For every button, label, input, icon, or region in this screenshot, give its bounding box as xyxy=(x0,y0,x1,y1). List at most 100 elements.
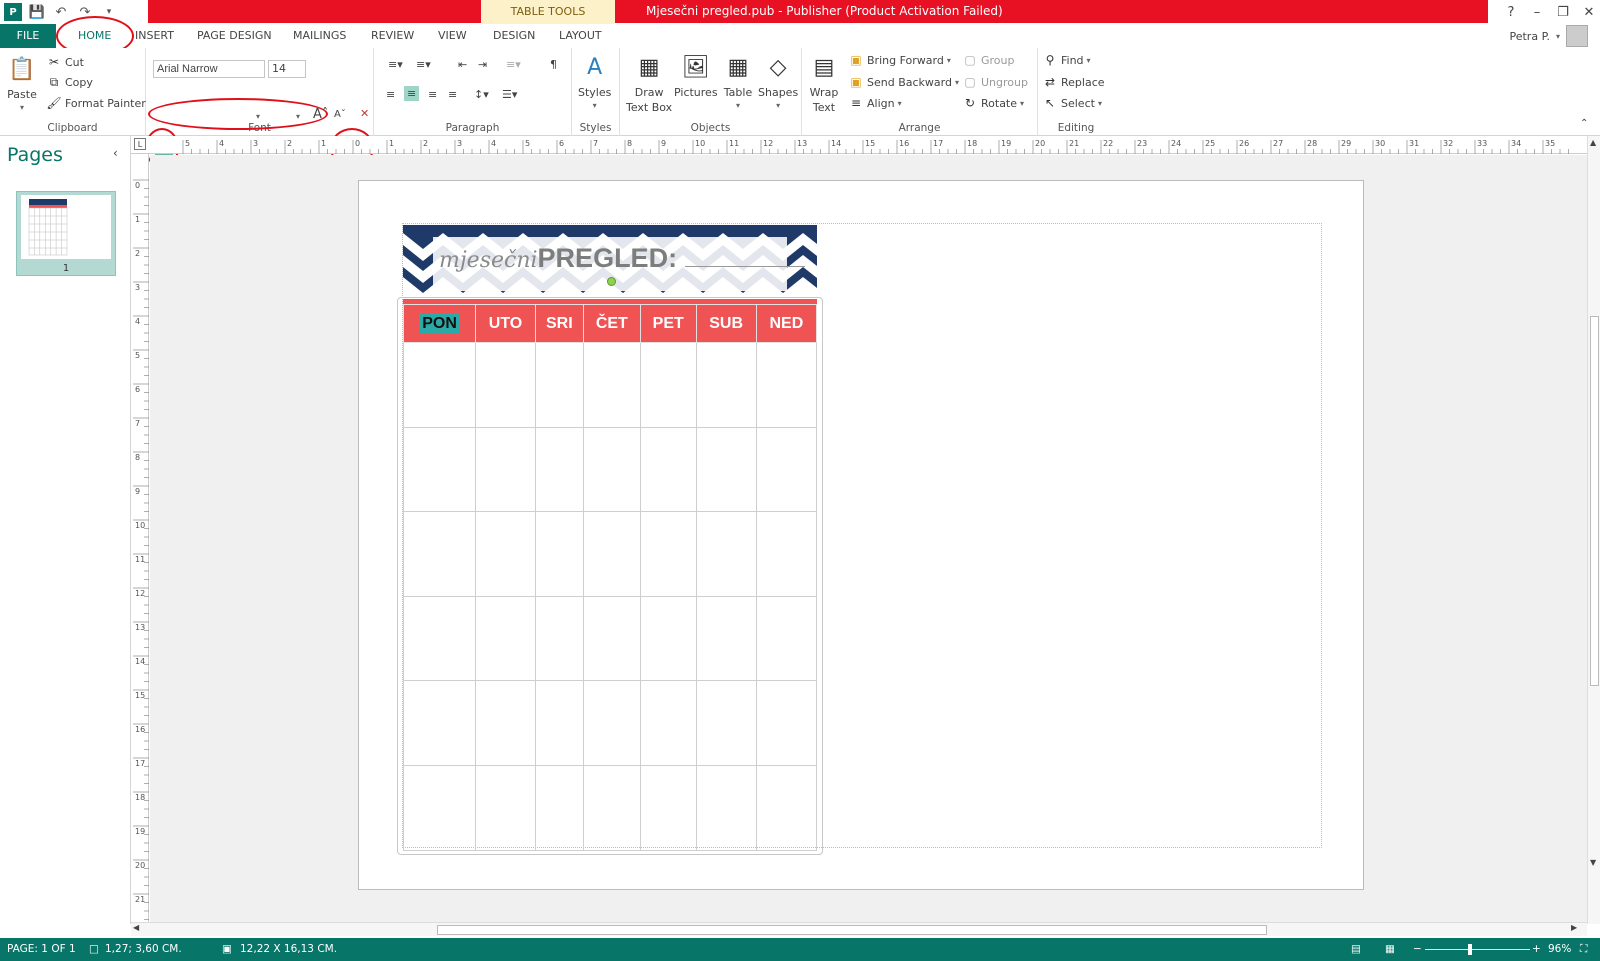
font-name-combobox[interactable]: Arial Narrow xyxy=(153,60,265,78)
day-cell[interactable] xyxy=(582,511,641,597)
zoom-out-icon[interactable]: − xyxy=(1413,938,1422,961)
day-cell[interactable] xyxy=(639,595,697,682)
day-cell[interactable] xyxy=(475,764,536,851)
rotation-handle[interactable] xyxy=(607,277,616,286)
day-header-cell[interactable]: PET xyxy=(639,304,697,343)
horizontal-scrollbar[interactable]: ◀ ▶ xyxy=(131,922,1587,936)
tab-mailings[interactable]: MAILINGS xyxy=(283,24,356,48)
tab-file[interactable]: FILE xyxy=(0,24,56,48)
chevron-down-icon[interactable]: ▾ xyxy=(296,112,300,121)
tab-review[interactable]: REVIEW xyxy=(361,24,424,48)
shrink-font-icon[interactable]: Aˇ xyxy=(334,109,346,120)
day-cell[interactable] xyxy=(639,764,697,851)
object-size[interactable]: 12,22 X 16,13 CM. xyxy=(240,938,337,961)
day-header-cell[interactable]: PON xyxy=(402,304,477,343)
day-cell[interactable] xyxy=(402,511,477,597)
horizontal-ruler[interactable]: L 5 4 3 2 1 0 1 2 3 4 5 6 7 8 9 10 11 12 13 14 15 16 17 18 19 20 2… xyxy=(131,136,1587,154)
scroll-right-icon[interactable]: ▶ xyxy=(1571,923,1577,932)
horizontal-scroll-thumb[interactable] xyxy=(437,925,1267,935)
send-backward-button[interactable]: ▣ Send Backward ▾ xyxy=(848,74,959,90)
save-icon[interactable]: 💾 xyxy=(28,3,46,21)
day-cell[interactable] xyxy=(755,764,818,851)
tab-page-design[interactable]: PAGE DESIGN xyxy=(187,24,282,48)
page-indicator[interactable]: PAGE: 1 OF 1 xyxy=(7,938,76,961)
bring-forward-button[interactable]: ▣ Bring Forward ▾ xyxy=(848,52,951,68)
day-header-cell[interactable]: UTO xyxy=(475,304,536,343)
zoom-slider-thumb[interactable] xyxy=(1468,944,1472,955)
grow-font-icon[interactable]: Aˆ xyxy=(313,107,328,122)
tab-view[interactable]: VIEW xyxy=(428,24,477,48)
styles-button[interactable]: A Styles ▾ xyxy=(578,52,611,110)
calendar-table[interactable]: PON UTO SRI ČET PET SUB NED xyxy=(402,304,818,851)
tab-insert[interactable]: INSERT xyxy=(125,24,184,48)
find-button[interactable]: ⚲ Find ▾ xyxy=(1042,52,1091,68)
vertical-scrollbar[interactable]: ▲ ▼ xyxy=(1587,136,1600,924)
day-header-cell[interactable]: ČET xyxy=(582,304,641,343)
day-cell[interactable] xyxy=(534,342,584,428)
day-cell[interactable] xyxy=(534,764,584,851)
user-account[interactable]: Petra P. ▾ xyxy=(1509,24,1588,48)
day-cell[interactable] xyxy=(534,426,584,513)
document-page[interactable]: mjesečni PREGLED: PON UTO SRI ČET PET SUB NED xyxy=(358,180,1364,890)
numbering-icon[interactable]: ≡▾ xyxy=(416,58,431,71)
chevron-down-icon[interactable]: ▾ xyxy=(256,112,260,121)
bullets-icon[interactable]: ≡▾ xyxy=(388,58,403,71)
day-cell[interactable] xyxy=(582,680,641,766)
day-cell[interactable] xyxy=(755,511,818,597)
wrap-text-button[interactable]: ▤ Wrap Text xyxy=(808,52,840,114)
font-size-combobox[interactable]: 14 xyxy=(268,60,306,78)
day-cell[interactable] xyxy=(695,426,757,513)
day-cell[interactable] xyxy=(475,680,536,766)
line-spacing-icon[interactable]: ↕▾ xyxy=(474,88,489,101)
day-cell[interactable] xyxy=(755,680,818,766)
shapes-button[interactable]: ◇ Shapes ▾ xyxy=(758,52,798,110)
day-cell[interactable] xyxy=(582,595,641,682)
table-button[interactable]: ▦ Table ▾ xyxy=(722,52,754,110)
day-cell[interactable] xyxy=(402,764,477,851)
align-center-icon[interactable]: ≡ xyxy=(404,86,420,101)
scroll-left-icon[interactable]: ◀ xyxy=(133,923,139,932)
day-cell[interactable] xyxy=(582,764,641,851)
day-header-cell[interactable]: SUB xyxy=(695,304,757,343)
decrease-indent-icon[interactable]: ⇤ xyxy=(458,58,467,71)
day-cell[interactable] xyxy=(534,595,584,682)
day-cell[interactable] xyxy=(639,511,697,597)
customize-qat-icon[interactable]: ▾ xyxy=(100,3,118,21)
draw-text-box-button[interactable]: ▦ Draw Text Box xyxy=(626,52,672,114)
paste-button[interactable]: 📋 Paste ▾ xyxy=(6,54,38,112)
align-right-icon[interactable]: ≡ xyxy=(428,88,437,101)
day-cell[interactable] xyxy=(402,595,477,682)
day-cell[interactable] xyxy=(639,342,697,428)
scroll-up-icon[interactable]: ▲ xyxy=(1590,138,1596,147)
ungroup-button[interactable]: ▢ Ungroup xyxy=(962,74,1028,90)
justify-icon[interactable]: ≡ xyxy=(448,88,457,101)
undo-icon[interactable]: ↶ xyxy=(52,3,70,21)
columns-icon[interactable]: ≡▾ xyxy=(506,58,521,71)
cut-button[interactable]: ✂ Cut xyxy=(46,54,84,70)
day-cell[interactable] xyxy=(695,764,757,851)
day-cell[interactable] xyxy=(755,595,818,682)
day-cell[interactable] xyxy=(582,342,641,428)
day-header-cell[interactable]: SRI xyxy=(534,304,584,343)
zoom-in-icon[interactable]: + xyxy=(1532,938,1541,961)
align-button[interactable]: ≡ Align ▾ xyxy=(848,95,902,111)
clear-formatting-icon[interactable]: ✕ xyxy=(360,107,369,120)
scroll-down-icon[interactable]: ▼ xyxy=(1590,858,1596,867)
day-cell[interactable] xyxy=(755,426,818,513)
day-cell[interactable] xyxy=(475,511,536,597)
vertical-scroll-thumb[interactable] xyxy=(1590,316,1599,686)
banner-title[interactable]: mjesečni PREGLED: xyxy=(439,243,806,287)
pictures-button[interactable]: 🖼 Pictures xyxy=(674,52,718,99)
help-button[interactable]: ? xyxy=(1504,5,1518,20)
two-page-view-icon[interactable]: ▦ xyxy=(1385,938,1395,961)
day-cell[interactable] xyxy=(582,426,641,513)
single-page-view-icon[interactable]: ▤ xyxy=(1351,938,1361,961)
collapse-ribbon-icon[interactable]: ⌃ xyxy=(1580,118,1588,129)
day-cell[interactable] xyxy=(402,342,477,428)
format-painter-button[interactable]: 🖌 Format Painter xyxy=(46,95,145,111)
paragraph-spacing-icon[interactable]: ☰▾ xyxy=(502,88,517,101)
replace-button[interactable]: ⇄ Replace xyxy=(1042,74,1105,90)
align-left-icon[interactable]: ≡ xyxy=(386,88,395,101)
collapse-panel-icon[interactable]: ‹ xyxy=(113,146,118,160)
tab-table-layout[interactable]: LAYOUT xyxy=(549,24,612,48)
